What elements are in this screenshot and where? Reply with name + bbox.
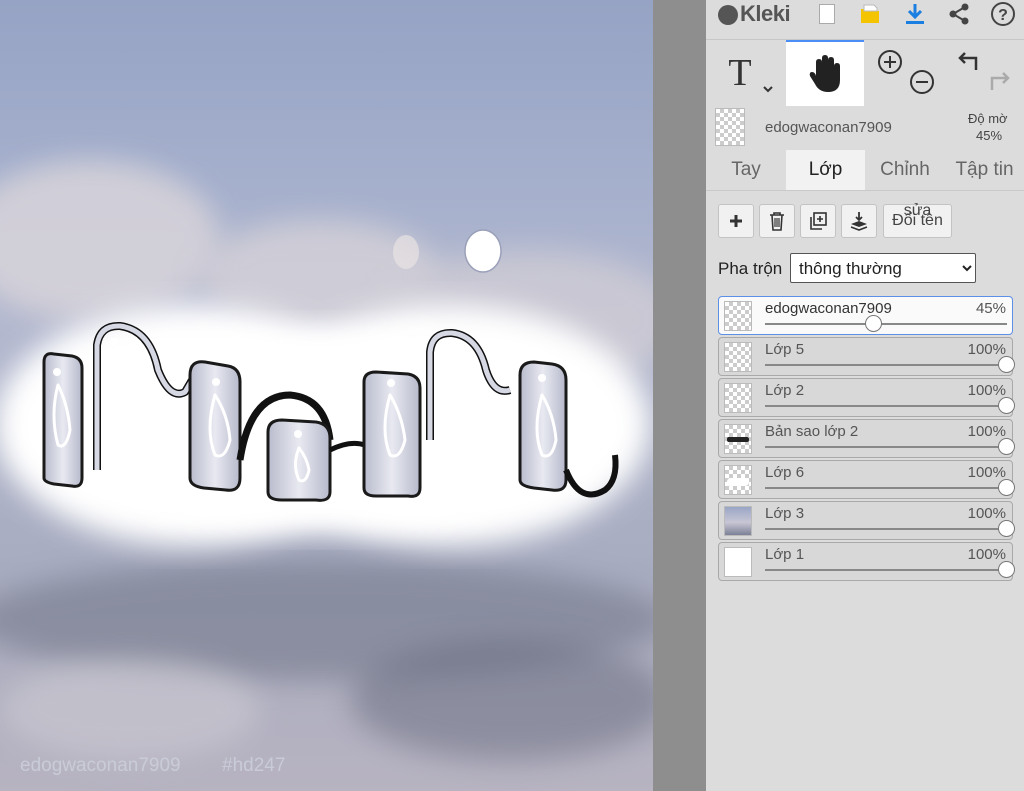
panel-tabs: Tay Lớp Chỉnh Tập tin [706,150,1024,191]
help-icon: ? [991,2,1015,26]
watermark-username: edogwaconan7909 [20,755,181,776]
undo-icon[interactable] [954,48,982,76]
selected-layer-name: edogwaconan7909 [765,119,892,136]
layer-opacity-slider[interactable] [765,397,1015,414]
layer-thumbnail [724,342,752,372]
layer-opacity: 100% [967,341,1006,358]
help-button[interactable]: ? [988,0,1018,28]
tool-row: T [706,39,1024,106]
layer-opacity-slider[interactable] [765,479,1015,496]
tab-layers[interactable]: Lớp [786,150,865,190]
layer-row[interactable]: edogwaconan7909 45% [718,296,1013,335]
opacity-value: 45% [976,128,1003,143]
opacity-label: Độ mờ [968,111,1008,126]
layer-opacity-slider[interactable] [765,520,1015,537]
zoom-out-icon[interactable] [908,68,936,96]
new-image-button[interactable] [814,0,840,28]
layer-row[interactable]: Lớp 6 100% [718,460,1015,499]
layer-name: Lớp 2 [765,382,805,399]
layer-name: Bản sao lớp 2 [765,423,859,440]
slider-knob[interactable] [998,479,1015,496]
delete-layer-button[interactable] [759,204,795,238]
open-folder-icon [861,4,879,23]
tab-edit[interactable]: Chỉnh [865,150,945,190]
layer-row[interactable]: Lớp 3 100% [718,501,1015,540]
layer-opacity-slider[interactable] [765,438,1015,455]
artwork [0,229,650,545]
layer-row[interactable]: Lớp 1 100% [718,542,1015,581]
layer-opacity: 100% [967,423,1006,440]
new-image-icon [819,4,835,24]
slider-knob[interactable] [998,520,1015,537]
layer-row[interactable]: Bản sao lớp 2 100% [718,419,1015,458]
layer-thumbnail [724,424,752,454]
share-icon [949,3,969,25]
delete-layer-icon [770,212,784,231]
zoom-buttons [868,40,942,104]
text-tool-button[interactable]: T [706,40,786,104]
layer-thumbnail [724,465,752,495]
selected-layer-thumbnail [715,108,745,146]
kleki-logo-icon [718,5,738,25]
layer-thumbnail [724,506,752,536]
duplicate-layer-button[interactable] [800,204,836,238]
share-button[interactable] [944,0,974,28]
moon-faint [393,235,419,269]
blend-mode-label: Pha trộn [718,259,783,278]
open-image-button[interactable] [856,0,886,28]
rename-layer-button[interactable]: sửa Đổi tên [883,203,952,238]
layer-row[interactable]: Lớp 5 100% [718,337,1015,376]
layer-thumbnail [724,547,752,577]
download-button[interactable] [900,0,930,28]
slider-knob[interactable] [998,397,1015,414]
svg-text:T: T [728,52,751,94]
slider-knob[interactable] [998,356,1015,373]
layer-name: Lớp 6 [765,464,805,481]
tab-hand[interactable]: Tay [706,150,786,190]
layer-thumbnail [724,301,752,331]
download-icon [906,4,924,24]
svg-text:?: ? [998,7,1008,24]
moon [464,229,502,273]
drawing-canvas[interactable]: edogwaconan7909 #hd247 [0,0,653,791]
layer-opacity-slider[interactable] [765,356,1015,373]
layer-opacity: 100% [967,382,1006,399]
zoom-in-icon[interactable] [876,48,904,76]
side-panel: Kleki ? T edogwaconan7909 Độ mờ 45% Tay … [706,0,1024,791]
hand-tool-icon [809,55,840,92]
layer-opacity: 100% [967,546,1006,563]
layer-opacity-slider[interactable] [765,561,1015,578]
layer-opacity-slider[interactable] [765,315,1007,332]
add-layer-icon [730,215,742,227]
layer-name: Lớp 1 [765,546,805,563]
redo-icon[interactable] [986,68,1014,96]
app-logo[interactable]: Kleki [718,0,791,28]
merge-down-icon [850,212,868,231]
slider-knob[interactable] [998,438,1015,455]
add-layer-button[interactable] [718,204,754,238]
duplicate-layer-icon [810,212,827,230]
canvas-gutter [653,0,706,791]
app-logo-text: Kleki [740,1,791,26]
slider-knob[interactable] [864,315,882,332]
hand-tool-button[interactable] [786,40,864,106]
layer-opacity: 100% [967,505,1006,522]
merge-down-button[interactable] [841,204,877,238]
history-buttons [946,40,1022,104]
rename-label: Đổi tên [892,212,943,229]
watermark-hashtag: #hd247 [222,755,286,776]
layer-name: Lớp 5 [765,341,805,358]
blend-mode-select[interactable]: thông thường [790,253,976,283]
layer-opacity: 45% [975,300,1006,317]
tab-file[interactable]: Tập tin [945,150,1024,190]
layer-name: Lớp 3 [765,505,805,522]
layer-row[interactable]: Lớp 2 100% [718,378,1015,417]
selected-layer-header: edogwaconan7909 Độ mờ 45% [706,104,1024,150]
layer-thumbnail [724,383,752,413]
slider-knob[interactable] [998,561,1015,578]
layer-opacity: 100% [967,464,1006,481]
top-bar: Kleki ? [706,0,1024,30]
text-tool-icon: T [728,52,773,94]
